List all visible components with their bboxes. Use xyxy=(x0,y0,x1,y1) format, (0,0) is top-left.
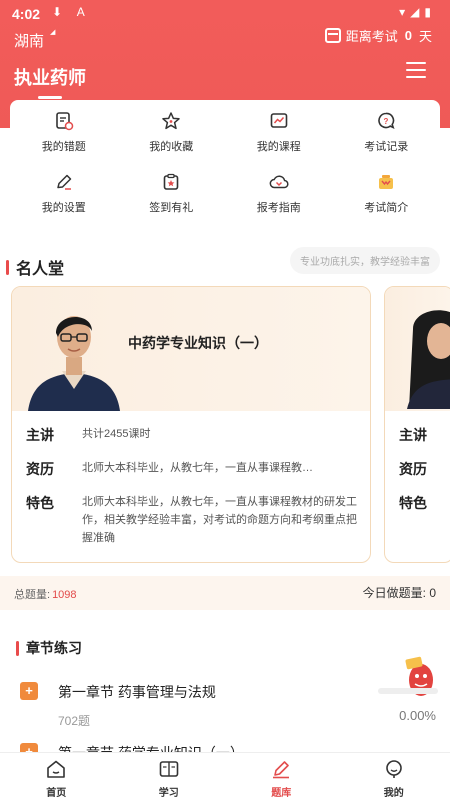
nav-profile[interactable]: 我的 xyxy=(338,753,450,800)
lecturer-value: 共计2455课时 xyxy=(82,428,151,440)
nav-label: 题库 xyxy=(271,788,292,799)
chapter-count: 702题 xyxy=(58,714,91,728)
chapter-section-title: 章节练习 xyxy=(16,638,82,658)
nav-home[interactable]: 首页 xyxy=(0,753,113,800)
lecturer-key: 主讲 xyxy=(399,427,427,443)
chapter-badge-icon: + xyxy=(20,682,38,700)
today-value: 0 xyxy=(429,586,436,600)
resume-value: 北师大本科毕业，从教七年，一直从事课程教… xyxy=(82,462,313,474)
feature-value: 北师大本科毕业，从教七年，一直从事课程教材的研发工作，相关教学经验丰富，对考试的… xyxy=(82,496,357,544)
today-label: 今日做题量: xyxy=(362,586,426,600)
menu-icon[interactable] xyxy=(406,62,426,78)
guide-download-icon xyxy=(268,171,290,193)
resume-key: 资历 xyxy=(26,461,54,477)
lecturer-key: 主讲 xyxy=(26,427,54,443)
quick-label: 考试记录 xyxy=(364,141,409,153)
teacher-card[interactable]: 中药学专业知识（一） 主讲 共计2455课时 资历 北师大本科毕业，从教七年，一… xyxy=(11,286,371,563)
quick-item-checkin-gift[interactable]: 签到有礼 xyxy=(118,161,226,222)
feature-key: 特色 xyxy=(26,495,54,511)
countdown-unit: 天 xyxy=(418,29,432,44)
chapter-percent: 0.00% xyxy=(399,708,436,723)
quick-item-favorites[interactable]: 我的收藏 xyxy=(118,100,226,161)
countdown-prefix: 距离考试 xyxy=(345,29,398,44)
nav-label: 学习 xyxy=(158,788,179,799)
chapter-progress-bar xyxy=(378,688,438,694)
quick-item-courses[interactable]: 我的课程 xyxy=(225,100,333,161)
quick-label: 签到有礼 xyxy=(149,202,194,214)
quick-item-exam-intro[interactable]: 考试简介 xyxy=(333,161,441,222)
status-bar: 4:02 ⬇ A ▾◢▮ xyxy=(0,0,450,26)
crown-box-icon xyxy=(375,171,397,193)
book-icon xyxy=(157,758,181,780)
pen-icon xyxy=(269,758,293,780)
famous-tag: 专业功底扎实，教学经验丰富 xyxy=(290,247,440,274)
question-totals-bar: 总题量: 1098 今日做题量: 0 xyxy=(0,576,450,610)
edit-icon xyxy=(53,171,75,193)
today-questions: 今日做题量: 0 xyxy=(363,584,436,601)
app-title[interactable]: 执业药师 xyxy=(14,64,86,90)
exam-record-icon: ? xyxy=(375,110,397,132)
quick-menu-card: 我的错题 我的收藏 我的课程 ? 考试记录 我的设置 签到有礼 报考指南 考试简… xyxy=(10,100,440,230)
countdown-value: 0 xyxy=(404,28,412,43)
status-notification-icons: ⬇ A xyxy=(52,5,91,19)
teacher-portrait xyxy=(407,310,450,409)
course-name: 中药学专业知识（一） xyxy=(128,335,268,351)
teacher-card[interactable]: 主讲 资历 特色 xyxy=(384,286,450,563)
total-label: 总题量: xyxy=(14,589,51,601)
quick-label: 考试简介 xyxy=(364,202,409,214)
nav-label: 我的 xyxy=(383,788,404,799)
region-caret-icon: ◢ xyxy=(50,29,56,36)
chapter-title-text: 章节练习 xyxy=(26,640,82,656)
quick-item-wrong-questions[interactable]: 我的错题 xyxy=(10,100,118,161)
famous-title-text: 名人堂 xyxy=(16,261,65,278)
quick-label: 报考指南 xyxy=(256,202,301,214)
bottom-nav: 首页 学习 题库 我的 xyxy=(0,752,450,800)
nav-study[interactable]: 学习 xyxy=(113,753,226,800)
resume-key: 资历 xyxy=(399,461,427,477)
quick-label: 我的课程 xyxy=(256,141,301,153)
teacher-portrait xyxy=(28,316,120,411)
checkin-gift-icon xyxy=(160,171,182,193)
nav-question-bank[interactable]: 题库 xyxy=(225,753,338,800)
quick-label: 我的设置 xyxy=(41,202,86,214)
star-icon xyxy=(160,110,182,132)
chapter-item[interactable]: + 第一章节 药事管理与法规 702题 0.00% xyxy=(20,678,440,728)
calendar-icon xyxy=(324,28,341,43)
region-selector[interactable]: 湖南 xyxy=(14,30,44,51)
total-value: 1098 xyxy=(52,589,77,601)
feature-row: 特色 北师大本科毕业，从教七年，一直从事课程教材的研发工作，相关教学经验丰富，对… xyxy=(26,493,362,547)
section-bar xyxy=(6,259,9,275)
wrong-questions-icon xyxy=(53,110,75,132)
chapter-name: 第一章节 药事管理与法规 xyxy=(58,684,216,700)
svg-text:?: ? xyxy=(384,117,389,126)
quick-item-exam-records[interactable]: ? 考试记录 xyxy=(333,100,441,161)
quick-label: 我的错题 xyxy=(41,141,86,153)
resume-row: 资历 北师大本科毕业，从教七年，一直从事课程教… xyxy=(26,459,362,479)
nav-label: 首页 xyxy=(46,788,67,799)
profile-icon xyxy=(382,758,406,780)
lecturer-row: 主讲 共计2455课时 xyxy=(26,425,362,445)
home-icon xyxy=(44,758,68,780)
quick-menu-grid: 我的错题 我的收藏 我的课程 ? 考试记录 我的设置 签到有礼 报考指南 考试简… xyxy=(10,100,440,222)
status-time: 4:02 xyxy=(12,6,41,22)
famous-section-title: 名人堂 xyxy=(6,255,64,279)
feature-key: 特色 xyxy=(399,495,427,511)
quick-item-exam-guide[interactable]: 报考指南 xyxy=(225,161,333,222)
section-bar xyxy=(16,640,19,656)
quick-item-settings[interactable]: 我的设置 xyxy=(10,161,118,222)
exam-countdown[interactable]: 距离考试 0 天 xyxy=(324,26,432,45)
total-questions: 总题量: 1098 xyxy=(14,586,77,602)
title-underline xyxy=(38,96,62,99)
quick-label: 我的收藏 xyxy=(149,141,194,153)
course-icon xyxy=(268,110,290,132)
status-signal-battery-icons: ▾◢▮ xyxy=(399,5,436,19)
